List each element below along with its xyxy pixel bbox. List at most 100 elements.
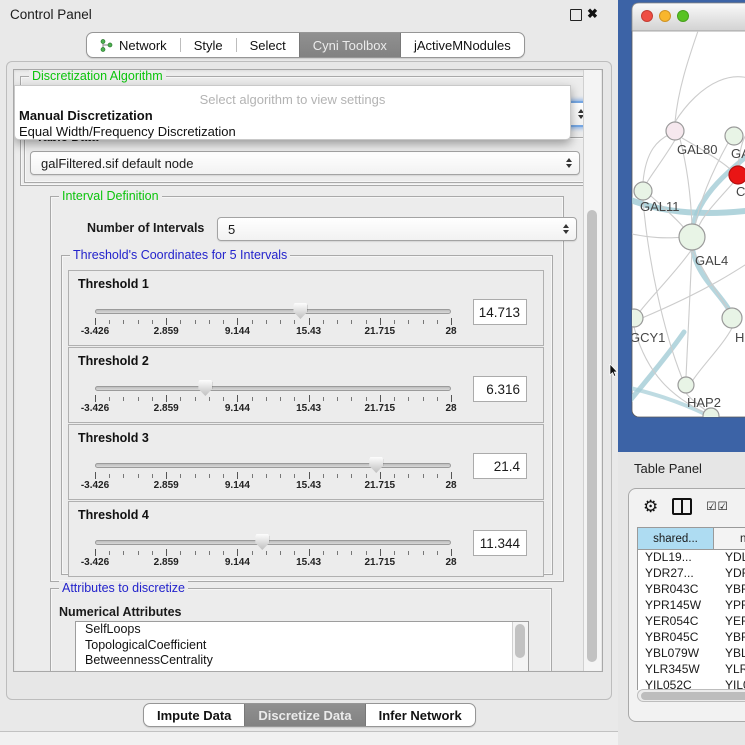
- gear-icon[interactable]: ⚙: [643, 498, 658, 515]
- threshold-4-value-field[interactable]: 11.344: [473, 530, 527, 556]
- table-cell[interactable]: YBR043C: [715, 582, 745, 598]
- float-window-icon[interactable]: [570, 9, 582, 21]
- node-selected-red[interactable]: [729, 166, 745, 184]
- table-cell[interactable]: YDR27...: [715, 566, 745, 582]
- table-header-row: shared... n: [638, 528, 745, 550]
- threshold-3-value-field[interactable]: 21.4: [473, 453, 527, 479]
- tab-impute-data[interactable]: Impute Data: [144, 704, 244, 726]
- table-cell[interactable]: YLR345W: [715, 662, 745, 678]
- table-cell[interactable]: YPR145W: [638, 598, 715, 614]
- svg-text:H: H: [735, 330, 744, 345]
- table-cell[interactable]: YPR145W: [715, 598, 745, 614]
- table-data-combobox[interactable]: galFiltered.sif default node: [30, 151, 580, 175]
- slider-thumb[interactable]: [198, 380, 212, 396]
- table-cell[interactable]: YBR045C: [715, 630, 745, 646]
- network-icon: [100, 39, 113, 52]
- threshold-4-slider[interactable]: -3.4262.8599.14415.4321.71528: [95, 538, 451, 572]
- close-icon[interactable]: ✖: [587, 6, 598, 22]
- svg-text:GA: GA: [731, 146, 745, 161]
- table-cell[interactable]: YBR043C: [638, 582, 715, 598]
- tab-discretize-data[interactable]: Discretize Data: [244, 704, 365, 726]
- list-item[interactable]: TopologicalCoefficient: [76, 638, 528, 654]
- table-horizontal-scrollbar[interactable]: [637, 689, 745, 702]
- tab-select[interactable]: Select: [237, 33, 299, 57]
- table-cell[interactable]: YDL19...: [715, 550, 745, 566]
- table-cell[interactable]: YBL079W: [715, 646, 745, 662]
- table-row[interactable]: YBR043CYBR043C: [638, 582, 745, 598]
- list-scrollbar[interactable]: [512, 622, 528, 672]
- stepper-icon: [563, 224, 569, 234]
- numerical-attributes-list[interactable]: SelfLoops TopologicalCoefficient Between…: [75, 621, 529, 672]
- dropdown-item-manual[interactable]: Manual Discretization: [19, 108, 153, 123]
- slider-track[interactable]: [95, 386, 451, 391]
- slider-thumb[interactable]: [293, 303, 307, 319]
- threshold-coordinates-title: Threshold's Coordinates for 5 Intervals: [70, 248, 290, 263]
- node-gal11[interactable]: [634, 182, 652, 200]
- node-h[interactable]: [722, 308, 742, 328]
- svg-text:GAL4: GAL4: [695, 253, 728, 268]
- discretization-algorithm-title: Discretization Algorithm: [29, 69, 166, 84]
- node-ga[interactable]: [725, 127, 743, 145]
- slider-tick-labels: -3.4262.8599.14415.4321.71528: [95, 326, 451, 338]
- column-header-shared-name[interactable]: shared...: [638, 528, 714, 549]
- cyni-content-panel: Discretization Algorithm Table Data galF…: [13, 69, 603, 672]
- checkbox-icons[interactable]: ☑☑: [706, 499, 729, 513]
- slider-ticks: [95, 549, 451, 557]
- node-gal4[interactable]: [679, 224, 705, 250]
- threshold-2-value-field[interactable]: 6.316: [473, 376, 527, 402]
- threshold-2-slider[interactable]: -3.4262.8599.14415.4321.71528: [95, 384, 451, 418]
- close-traffic-light[interactable]: [642, 11, 653, 22]
- tab-jactivemnodules[interactable]: jActiveMNodules: [401, 33, 524, 57]
- table-toolbar: ⚙ ☑☑: [629, 489, 745, 523]
- screen: Control Panel ✖ Network Style Select Cyn…: [0, 0, 745, 745]
- number-of-intervals-value: 5: [228, 222, 235, 237]
- slider-thumb[interactable]: [369, 457, 383, 473]
- table-row[interactable]: YDR27...YDR27...: [638, 566, 745, 582]
- threshold-1-value-field[interactable]: 14.713: [473, 299, 527, 325]
- node-gal80[interactable]: [666, 122, 684, 140]
- network-view: GAL80 GA C GAL11 GAL4 GCY1 H HAP2: [618, 0, 745, 452]
- zoom-traffic-light[interactable]: [678, 11, 689, 22]
- list-item[interactable]: BetweennessCentrality: [76, 653, 528, 669]
- column-header-name[interactable]: n: [714, 528, 745, 549]
- table-data-group: Table Data galFiltered.sif default node: [24, 137, 588, 183]
- slider-ticks: [95, 472, 451, 480]
- node-hap2[interactable]: [678, 377, 694, 393]
- threshold-3-slider[interactable]: -3.4262.8599.14415.4321.71528: [95, 461, 451, 495]
- table-row[interactable]: YBL079WYBL079W: [638, 646, 745, 662]
- node-table: shared... n YDL19...YDL19...YDR27...YDR2…: [637, 527, 745, 690]
- table-cell[interactable]: YBL079W: [638, 646, 715, 662]
- tab-infer-network[interactable]: Infer Network: [366, 704, 475, 726]
- control-panel-window: Control Panel ✖ Network Style Select Cyn…: [0, 0, 618, 732]
- dropdown-item-equal-width[interactable]: Equal Width/Frequency Discretization: [19, 124, 236, 139]
- table-cell[interactable]: YER054C: [638, 614, 715, 630]
- svg-text:C: C: [736, 184, 745, 199]
- slider-ticks: [95, 395, 451, 403]
- table-cell[interactable]: YBR045C: [638, 630, 715, 646]
- minimize-traffic-light[interactable]: [660, 11, 671, 22]
- list-item[interactable]: SelfLoops: [76, 622, 528, 638]
- table-row[interactable]: YBR045CYBR045C: [638, 630, 745, 646]
- table-row[interactable]: YLR345WYLR345W: [638, 662, 745, 678]
- table-cell[interactable]: YDL19...: [638, 550, 715, 566]
- table-cell[interactable]: YDR27...: [638, 566, 715, 582]
- slider-track[interactable]: [95, 463, 451, 468]
- slider-track[interactable]: [95, 540, 451, 545]
- split-columns-icon[interactable]: [672, 498, 692, 515]
- slider-track[interactable]: [95, 309, 451, 314]
- table-row[interactable]: YDL19...YDL19...: [638, 550, 745, 566]
- threshold-1-slider[interactable]: -3.4262.8599.14415.4321.71528: [95, 307, 451, 341]
- panel-scrollbar[interactable]: [583, 70, 601, 671]
- svg-text:GAL11: GAL11: [640, 199, 680, 214]
- tab-cyni-toolbox[interactable]: Cyni Toolbox: [299, 33, 401, 57]
- tab-network[interactable]: Network: [87, 33, 180, 57]
- number-of-intervals-combobox[interactable]: 5: [217, 217, 577, 241]
- table-cell[interactable]: YER054C: [715, 614, 745, 630]
- slider-tick-labels: -3.4262.8599.14415.4321.71528: [95, 557, 451, 569]
- table-cell[interactable]: YLR345W: [638, 662, 715, 678]
- interval-definition-title: Interval Definition: [59, 189, 162, 204]
- slider-thumb[interactable]: [255, 534, 269, 550]
- table-row[interactable]: YPR145WYPR145W: [638, 598, 745, 614]
- tab-style[interactable]: Style: [181, 33, 236, 57]
- table-row[interactable]: YER054CYER054C: [638, 614, 745, 630]
